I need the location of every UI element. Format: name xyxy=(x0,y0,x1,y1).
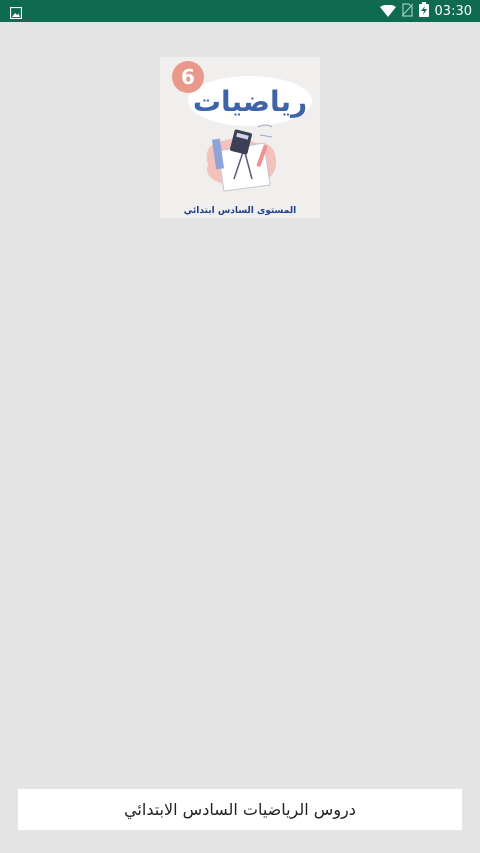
cover-image: 6 رياضيات المستوى السادس ابتدائي xyxy=(160,57,320,218)
cover-illustration: 6 رياضيات المستوى السادس ابتدائي xyxy=(172,61,312,216)
wifi-icon xyxy=(379,2,396,21)
bottom-banner[interactable]: دروس الرياضيات السادس الابتدائي xyxy=(18,789,462,830)
no-sim-icon xyxy=(401,2,413,21)
image-notification-icon xyxy=(9,4,23,23)
status-time: 03:30 xyxy=(434,3,472,19)
battery-charging-icon xyxy=(418,1,429,21)
cover-subtitle: المستوى السادس ابتدائي xyxy=(184,206,296,216)
status-icons: 03:30 xyxy=(379,0,472,22)
status-bar: 03:30 xyxy=(0,0,480,22)
banner-label: دروس الرياضيات السادس الابتدائي xyxy=(124,800,356,819)
cover-title: رياضيات xyxy=(193,85,307,118)
